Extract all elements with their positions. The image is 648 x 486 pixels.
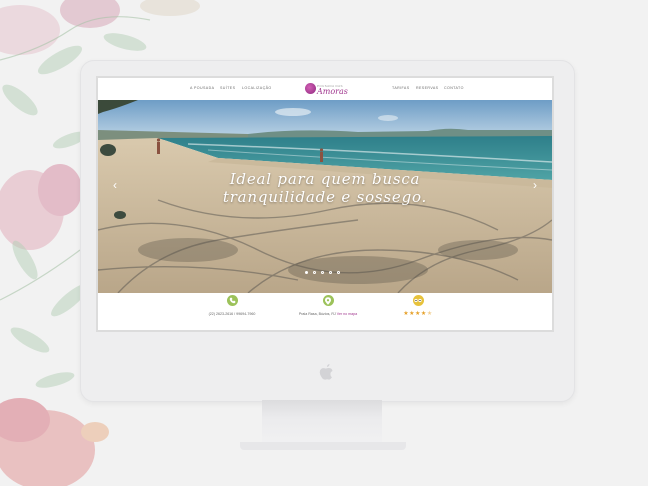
rating-stars: ★★★★★ <box>358 310 478 317</box>
rating-info: ★★★★★ <box>358 295 478 317</box>
hero-headline-line1: Ideal para quem busca <box>229 170 421 188</box>
hero-headline-line2: tranquilidade e sossego. <box>222 188 428 206</box>
nav-link-localizacao[interactable]: LOCALIZAÇÃO <box>242 86 272 90</box>
website: A POUSADA SUÍTES LOCALIZAÇÃO POUSADA DAS… <box>98 78 552 330</box>
location-label: Praia Rasa, Búzios, RJ <box>298 312 336 316</box>
monitor-stand-neck <box>262 400 382 444</box>
slider-prev-icon[interactable]: ‹ <box>110 178 120 192</box>
site-logo[interactable]: POUSADA DAS Amoras <box>304 81 348 97</box>
logo-mark-icon <box>305 83 316 94</box>
nav-link-contato[interactable]: CONTATO <box>444 86 464 90</box>
hero-headline: Ideal para quem busca tranquilidade e so… <box>98 170 552 206</box>
nav-link-suites[interactable]: SUÍTES <box>220 86 235 90</box>
slider-dot[interactable] <box>337 271 340 274</box>
slider-dot[interactable] <box>321 271 324 274</box>
top-navigation: A POUSADA SUÍTES LOCALIZAÇÃO POUSADA DAS… <box>98 78 552 100</box>
nav-link-pousada[interactable]: A POUSADA <box>190 86 214 90</box>
star-icon: ★★★★ <box>403 311 427 317</box>
map-link[interactable]: Ver no mapa <box>337 312 357 316</box>
apple-logo-icon <box>319 364 333 380</box>
logo-name: Amoras <box>317 87 348 96</box>
slider-dot[interactable] <box>313 271 316 274</box>
hero-slider: Ideal para quem busca tranquilidade e so… <box>98 100 552 293</box>
monitor-stand-base <box>240 442 406 450</box>
nav-link-reservas[interactable]: RESERVAS <box>416 86 438 90</box>
tripadvisor-icon[interactable] <box>412 295 424 306</box>
slider-next-icon[interactable]: › <box>530 178 540 192</box>
nav-link-tarifas[interactable]: TARIFAS <box>392 86 410 90</box>
phone-icon <box>226 295 238 306</box>
slider-dot[interactable] <box>305 271 308 274</box>
slider-dot[interactable] <box>329 271 332 274</box>
half-star-icon: ★ <box>426 311 433 317</box>
map-pin-icon <box>322 295 334 306</box>
slider-dots <box>305 261 345 274</box>
info-bar: (22) 2623-2616 / 99694-7960 Praia Rasa, … <box>98 293 552 330</box>
